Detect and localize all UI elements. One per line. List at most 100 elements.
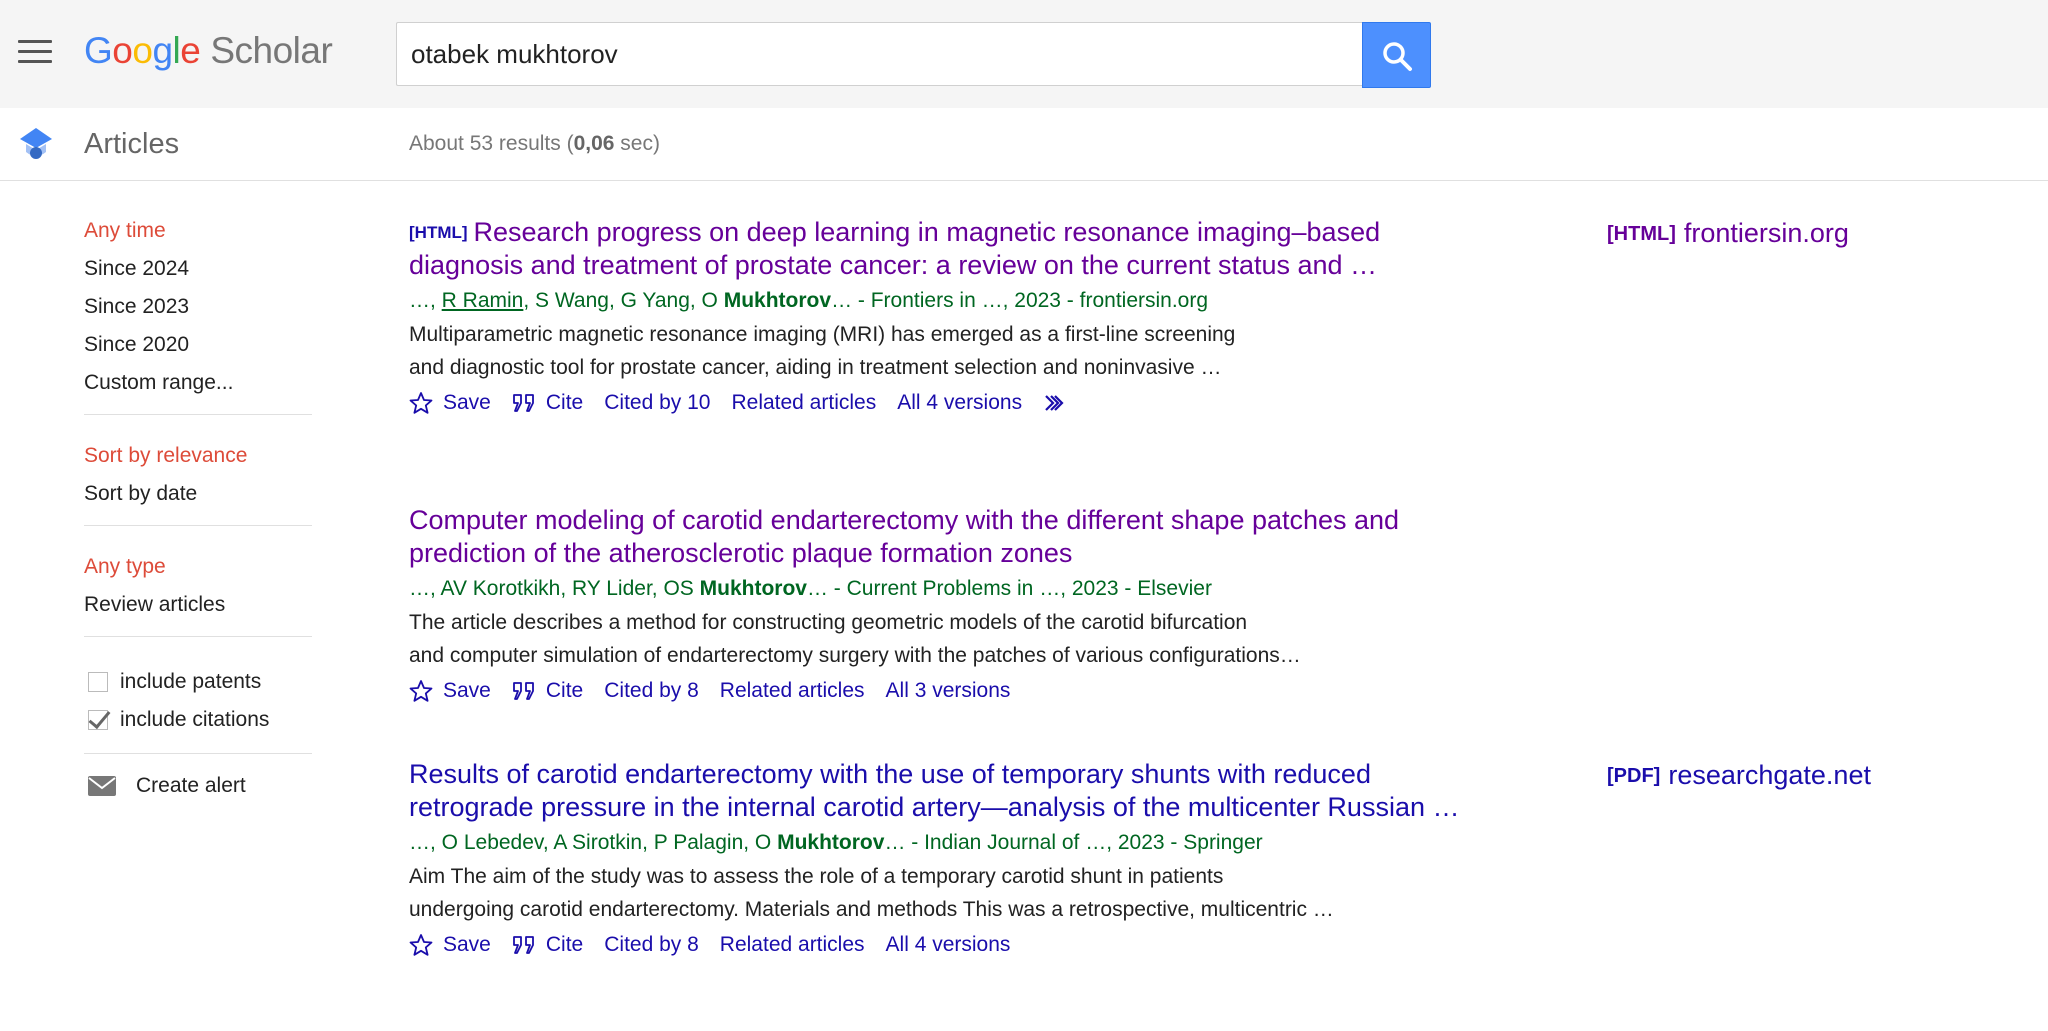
filter-any-type[interactable]: Any type bbox=[84, 552, 312, 590]
logo-letter: G bbox=[84, 30, 113, 71]
filter-since-2023[interactable]: Since 2023 bbox=[84, 292, 312, 330]
logo-letter: e bbox=[180, 30, 201, 71]
snippet-line: and computer simulation of endarterectom… bbox=[409, 644, 1301, 667]
snippet-line: Multiparametric magnetic resonance imagi… bbox=[409, 323, 1236, 346]
sub-header: Articles About 53 results (0,06 sec) bbox=[0, 108, 2048, 181]
meta-text: …, O Lebedev, A Sirotkin, P Palagin, O bbox=[409, 831, 778, 854]
envelope-icon bbox=[88, 776, 116, 796]
search-input[interactable] bbox=[397, 23, 1365, 85]
cite-button[interactable]: Cite bbox=[512, 676, 583, 706]
filter-any-time[interactable]: Any time bbox=[84, 216, 312, 254]
cite-label: Cite bbox=[545, 933, 584, 956]
result-title-link[interactable]: Results of carotid endarterectomy with t… bbox=[409, 759, 1459, 822]
related-articles-link[interactable]: Related articles bbox=[720, 930, 865, 960]
result-meta: …, AV Korotkikh, RY Lider, OS Mukhtorov…… bbox=[409, 574, 1469, 604]
divider bbox=[84, 753, 312, 754]
cite-button[interactable]: Cite bbox=[512, 930, 583, 960]
include-citations-label: include citations bbox=[120, 708, 270, 731]
meta-author-highlight: Mukhtorov bbox=[777, 831, 885, 854]
create-alert-label: Create alert bbox=[136, 774, 246, 797]
cited-by-link[interactable]: Cited by 8 bbox=[604, 930, 699, 960]
filter-since-2024[interactable]: Since 2024 bbox=[84, 254, 312, 292]
full-text-link[interactable]: [PDF] researchgate.net bbox=[1607, 760, 1871, 791]
result-actions: Save Cite Cited by 10 Related articles A… bbox=[409, 388, 1469, 418]
cited-by-link[interactable]: Cited by 10 bbox=[604, 388, 710, 418]
sort-by-date[interactable]: Sort by date bbox=[84, 479, 312, 517]
filter-since-2020[interactable]: Since 2020 bbox=[84, 330, 312, 368]
logo-letter: o bbox=[112, 30, 133, 71]
result-actions: Save Cite Cited by 8 Related articles Al… bbox=[409, 676, 1469, 706]
meta-author-highlight: Mukhtorov bbox=[723, 289, 832, 312]
cite-label: Cite bbox=[545, 391, 584, 414]
result-actions: Save Cite Cited by 8 Related articles Al… bbox=[409, 930, 1469, 960]
search-box bbox=[396, 22, 1365, 86]
scholar-cap-icon bbox=[20, 128, 52, 159]
quote-icon bbox=[512, 936, 534, 954]
more-options-button[interactable] bbox=[1043, 393, 1079, 413]
star-icon bbox=[409, 392, 433, 414]
filter-review-articles[interactable]: Review articles bbox=[84, 590, 312, 628]
result-title: Computer modeling of carotid endarterect… bbox=[409, 504, 1469, 570]
include-patents-checkbox[interactable] bbox=[88, 672, 108, 692]
search-button[interactable] bbox=[1362, 22, 1431, 88]
result-stats-time: 0,06 bbox=[573, 132, 615, 155]
save-button[interactable]: Save bbox=[409, 930, 491, 960]
save-label: Save bbox=[443, 933, 491, 956]
result-format-tag: [HTML] bbox=[409, 223, 468, 242]
result-stats-prefix: About 53 results ( bbox=[409, 132, 574, 155]
all-versions-link[interactable]: All 4 versions bbox=[886, 930, 1011, 960]
save-button[interactable]: Save bbox=[409, 388, 491, 418]
create-alert-button[interactable]: Create alert bbox=[84, 774, 312, 798]
logo-product-name: Scholar bbox=[210, 30, 333, 71]
include-citations-checkbox[interactable] bbox=[88, 710, 108, 730]
search-icon bbox=[1383, 42, 1412, 71]
cited-by-link[interactable]: Cited by 8 bbox=[604, 676, 699, 706]
logo-letter: g bbox=[152, 30, 173, 71]
divider bbox=[84, 525, 312, 526]
save-button[interactable]: Save bbox=[409, 676, 491, 706]
all-versions-link[interactable]: All 4 versions bbox=[897, 388, 1022, 418]
meta-source: … - Current Problems in …, 2023 - Elsevi… bbox=[806, 577, 1212, 600]
quote-icon bbox=[512, 394, 534, 412]
top-bar: Google Scholar bbox=[0, 0, 2048, 109]
sort-by-relevance[interactable]: Sort by relevance bbox=[84, 441, 312, 479]
result-title: Results of carotid endarterectomy with t… bbox=[409, 758, 1469, 824]
related-articles-link[interactable]: Related articles bbox=[731, 388, 876, 418]
save-label: Save bbox=[443, 679, 491, 702]
meta-source: … - Indian Journal of …, 2023 - Springer bbox=[884, 831, 1263, 854]
result-title-link[interactable]: Research progress on deep learning in ma… bbox=[409, 217, 1380, 280]
all-versions-link[interactable]: All 3 versions bbox=[886, 676, 1011, 706]
filter-custom-range[interactable]: Custom range... bbox=[84, 368, 312, 406]
snippet-line: Aim The aim of the study was to assess t… bbox=[409, 865, 1224, 888]
hamburger-menu-icon[interactable] bbox=[18, 40, 52, 66]
full-text-domain: frontiersin.org bbox=[1683, 218, 1849, 248]
section-title: Articles bbox=[84, 128, 180, 160]
result-snippet: Multiparametric magnetic resonance imagi… bbox=[409, 318, 1409, 384]
include-patents-label: include patents bbox=[120, 670, 262, 693]
result-snippet: The article describes a method for const… bbox=[409, 606, 1469, 672]
search-result: Results of carotid endarterectomy with t… bbox=[409, 758, 1469, 960]
result-snippet: Aim The aim of the study was to assess t… bbox=[409, 860, 1469, 926]
include-patents-option[interactable]: include patents bbox=[84, 663, 312, 701]
result-title-link[interactable]: Computer modeling of carotid endarterect… bbox=[409, 505, 1399, 568]
snippet-line: and diagnostic tool for prostate cancer,… bbox=[409, 356, 1222, 379]
result-meta: …, O Lebedev, A Sirotkin, P Palagin, O M… bbox=[409, 828, 1469, 858]
meta-text: …, bbox=[409, 289, 442, 312]
author-link[interactable]: R Ramin bbox=[442, 289, 524, 312]
divider bbox=[84, 414, 312, 415]
full-text-link[interactable]: [HTML] frontiersin.org bbox=[1607, 218, 1849, 249]
snippet-line: undergoing carotid endarterectomy. Mater… bbox=[409, 898, 1334, 921]
meta-text: , S Wang, G Yang, O bbox=[523, 289, 724, 312]
cite-button[interactable]: Cite bbox=[512, 388, 583, 418]
related-articles-link[interactable]: Related articles bbox=[720, 676, 865, 706]
divider bbox=[84, 636, 312, 637]
meta-text: …, AV Korotkikh, RY Lider, OS bbox=[409, 577, 700, 600]
result-meta: …, R Ramin, S Wang, G Yang, O Mukhtorov…… bbox=[409, 286, 1469, 316]
google-scholar-logo[interactable]: Google Scholar bbox=[84, 26, 333, 76]
search-result: [HTML] Research progress on deep learning… bbox=[409, 216, 1469, 418]
cite-label: Cite bbox=[545, 679, 584, 702]
full-text-domain: researchgate.net bbox=[1668, 760, 1871, 790]
logo-letter: o bbox=[132, 30, 153, 71]
meta-source: … - Frontiers in …, 2023 - frontiersin.o… bbox=[831, 289, 1209, 312]
include-citations-option[interactable]: include citations bbox=[84, 701, 312, 739]
